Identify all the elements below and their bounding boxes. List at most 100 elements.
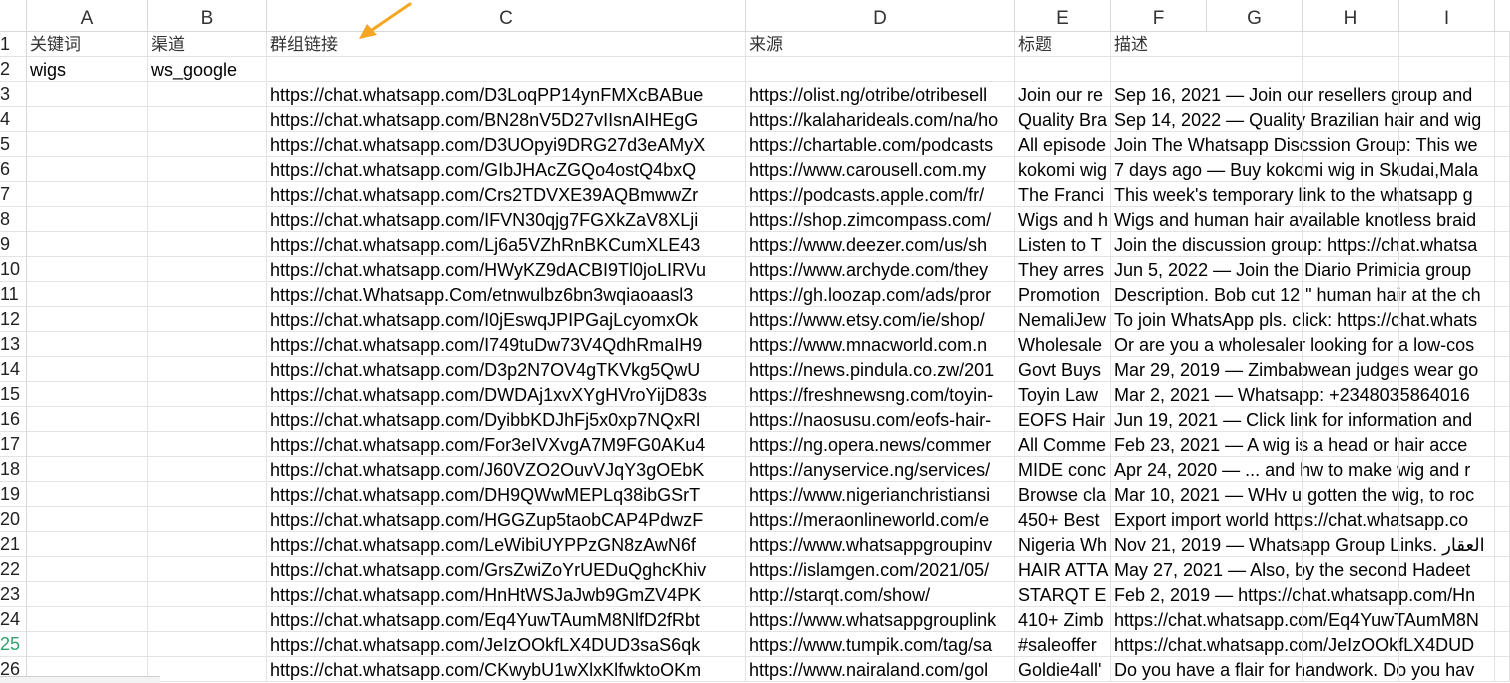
cell-f[interactable]: Feb 2, 2019 — https://chat.whatsapp.com/… xyxy=(1111,582,1510,607)
column-header-e[interactable]: E xyxy=(1015,0,1111,32)
cell-b[interactable] xyxy=(148,332,267,357)
cell-f[interactable]: 描述 xyxy=(1111,32,1510,57)
cell-d[interactable]: https://shop.zimcompass.com/ xyxy=(746,207,1015,232)
cell-b[interactable] xyxy=(148,232,267,257)
cell-e[interactable]: EOFS Hair xyxy=(1015,407,1111,432)
column-header-c[interactable]: C xyxy=(267,0,746,32)
cell-d[interactable]: https://anyservice.ng/services/ xyxy=(746,457,1015,482)
row-header[interactable]: 5 xyxy=(0,132,27,157)
cell-f[interactable]: Jun 19, 2021 — Click link for informatio… xyxy=(1111,407,1510,432)
cell-f[interactable]: Apr 24, 2020 — ... and hw to make wig an… xyxy=(1111,457,1510,482)
cell-e[interactable]: 标题 xyxy=(1015,32,1111,57)
cell-e[interactable]: Wigs and h xyxy=(1015,207,1111,232)
cell-b[interactable] xyxy=(148,282,267,307)
row-header[interactable]: 23 xyxy=(0,582,27,607)
row-header[interactable]: 3 xyxy=(0,82,27,107)
cell-b[interactable] xyxy=(148,82,267,107)
cell-e[interactable]: NemaliJew xyxy=(1015,307,1111,332)
cell-c[interactable]: https://chat.whatsapp.com/JeIzOOkfLX4DUD… xyxy=(267,632,746,657)
cell-d[interactable]: https://naosusu.com/eofs-hair- xyxy=(746,407,1015,432)
cell-c[interactable]: https://chat.whatsapp.com/I749tuDw73V4Qd… xyxy=(267,332,746,357)
cell-c[interactable]: https://chat.Whatsapp.Com/etnwulbz6bn3wq… xyxy=(267,282,746,307)
cell-f[interactable]: Sep 16, 2021 — Join our resellers group … xyxy=(1111,82,1510,107)
cell-c[interactable]: https://chat.whatsapp.com/D3LoqPP14ynFMX… xyxy=(267,82,746,107)
cell-f[interactable]: 7 days ago — Buy kokomi wig in Skudai,Ma… xyxy=(1111,157,1510,182)
cell-a[interactable] xyxy=(27,257,148,282)
cell-d[interactable]: https://chartable.com/podcasts xyxy=(746,132,1015,157)
cell-c[interactable]: https://chat.whatsapp.com/HnHtWSJaJwb9Gm… xyxy=(267,582,746,607)
cell-b[interactable] xyxy=(148,207,267,232)
cell-c[interactable]: 群组链接 xyxy=(267,32,746,57)
cell-d[interactable]: https://www.archyde.com/they xyxy=(746,257,1015,282)
column-header-a[interactable]: A xyxy=(27,0,148,32)
cell-e[interactable]: Wholesale xyxy=(1015,332,1111,357)
row-header[interactable]: 8 xyxy=(0,207,27,232)
cell-e[interactable]: kokomi wig xyxy=(1015,157,1111,182)
cell-f[interactable]: Description. Bob cut 12 " human hair at … xyxy=(1111,282,1510,307)
cell-c[interactable]: https://chat.whatsapp.com/DWDAj1xvXYgHVr… xyxy=(267,382,746,407)
cell-d[interactable]: https://meraonlineworld.com/e xyxy=(746,507,1015,532)
cell-b[interactable] xyxy=(148,382,267,407)
cell-a[interactable] xyxy=(27,607,148,632)
cell-e[interactable]: 450+ Best xyxy=(1015,507,1111,532)
cell-a[interactable] xyxy=(27,507,148,532)
cell-d[interactable]: https://news.pindula.co.zw/201 xyxy=(746,357,1015,382)
row-header[interactable]: 19 xyxy=(0,482,27,507)
cell-c[interactable]: https://chat.whatsapp.com/J60VZO2OuvVJqY… xyxy=(267,457,746,482)
row-header[interactable]: 6 xyxy=(0,157,27,182)
cell-d[interactable]: https://www.carousell.com.my xyxy=(746,157,1015,182)
cell-c[interactable]: https://chat.whatsapp.com/For3eIVXvgA7M9… xyxy=(267,432,746,457)
cell-f[interactable]: https://chat.whatsapp.com/Eq4YuwTAumM8N xyxy=(1111,607,1510,632)
cell-d[interactable]: 来源 xyxy=(746,32,1015,57)
cell-d[interactable] xyxy=(746,57,1015,82)
cell-d[interactable]: https://ng.opera.news/commer xyxy=(746,432,1015,457)
cell-d[interactable]: https://www.etsy.com/ie/shop/ xyxy=(746,307,1015,332)
cell-d[interactable]: https://www.deezer.com/us/sh xyxy=(746,232,1015,257)
cell-d[interactable]: https://www.whatsappgrouplink xyxy=(746,607,1015,632)
cell-a[interactable] xyxy=(27,207,148,232)
cell-f[interactable]: Wigs and human hair available knotless b… xyxy=(1111,207,1510,232)
column-header-d[interactable]: D xyxy=(746,0,1015,32)
cell-f[interactable]: https://chat.whatsapp.com/JeIzOOkfLX4DUD xyxy=(1111,632,1510,657)
cell-e[interactable]: #saleoffer xyxy=(1015,632,1111,657)
cell-d[interactable]: https://www.mnacworld.com.n xyxy=(746,332,1015,357)
cell-b[interactable] xyxy=(148,432,267,457)
cell-e[interactable]: Browse cla xyxy=(1015,482,1111,507)
cell-c[interactable]: https://chat.whatsapp.com/Lj6a5VZhRnBKCu… xyxy=(267,232,746,257)
cell-b[interactable] xyxy=(148,182,267,207)
cell-a[interactable] xyxy=(27,332,148,357)
cell-b[interactable] xyxy=(148,307,267,332)
cell-c[interactable]: https://chat.whatsapp.com/BN28nV5D27vIIs… xyxy=(267,107,746,132)
cell-a[interactable] xyxy=(27,157,148,182)
cell-b[interactable] xyxy=(148,632,267,657)
cell-c[interactable]: https://chat.whatsapp.com/I0jEswqJPIPGaj… xyxy=(267,307,746,332)
cell-e[interactable]: MIDE conc xyxy=(1015,457,1111,482)
cell-f[interactable]: This week's temporary link to the whatsa… xyxy=(1111,182,1510,207)
cell-f[interactable]: Do you have a flair for handwork. Do you… xyxy=(1111,657,1510,682)
cell-f[interactable]: Or are you a wholesaler looking for a lo… xyxy=(1111,332,1510,357)
row-header[interactable]: 1 xyxy=(0,32,27,57)
column-header-i[interactable]: I xyxy=(1399,0,1495,32)
cell-b[interactable] xyxy=(148,107,267,132)
cell-a[interactable] xyxy=(27,307,148,332)
cell-b[interactable] xyxy=(148,457,267,482)
cell-a[interactable] xyxy=(27,132,148,157)
column-header-f[interactable]: F xyxy=(1111,0,1207,32)
cell-a[interactable] xyxy=(27,582,148,607)
row-header[interactable]: 11 xyxy=(0,282,27,307)
cell-b[interactable] xyxy=(148,582,267,607)
row-header[interactable]: 18 xyxy=(0,457,27,482)
cell-f[interactable]: Join The Whatsapp Discssion Group: This … xyxy=(1111,132,1510,157)
cell-b[interactable] xyxy=(148,257,267,282)
cell-a[interactable] xyxy=(27,557,148,582)
cell-c[interactable]: https://chat.whatsapp.com/D3p2N7OV4gTKVk… xyxy=(267,357,746,382)
cell-e[interactable]: The Franci xyxy=(1015,182,1111,207)
row-header[interactable]: 17 xyxy=(0,432,27,457)
column-header-j[interactable] xyxy=(1495,0,1510,32)
row-header[interactable]: 2 xyxy=(0,57,27,82)
cell-d[interactable]: https://www.whatsappgroupinv xyxy=(746,532,1015,557)
cell-b[interactable] xyxy=(148,157,267,182)
cell-e[interactable]: Listen to T xyxy=(1015,232,1111,257)
cell-c[interactable]: https://chat.whatsapp.com/LeWibiUYPPzGN8… xyxy=(267,532,746,557)
row-header[interactable]: 10 xyxy=(0,257,27,282)
